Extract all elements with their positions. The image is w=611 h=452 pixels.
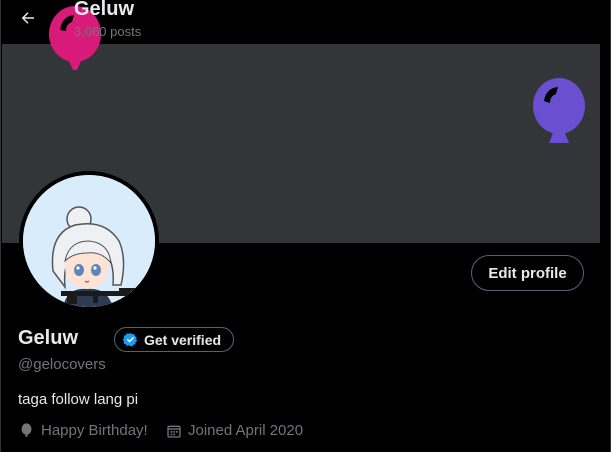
joined-text: Joined April 2020 (188, 422, 304, 439)
joined-item: Joined April 2020 (166, 422, 303, 439)
edit-profile-button[interactable]: Edit profile (471, 255, 584, 291)
birthday-text: Happy Birthday! (41, 422, 148, 439)
avatar-illustration (23, 175, 155, 307)
get-verified-button[interactable]: Get verified (114, 327, 235, 352)
avatar-image (23, 175, 155, 307)
balloon-icon (21, 423, 32, 437)
birthday-item: Happy Birthday! (18, 422, 148, 439)
display-name: Geluw (18, 327, 79, 349)
avatar[interactable] (19, 171, 159, 311)
purple-balloon-icon (533, 78, 585, 143)
arrow-left-icon (21, 12, 34, 24)
page-title: Geluw (74, 0, 135, 20)
get-verified-label: Get verified (144, 331, 222, 348)
user-handle: @gelocovers (18, 356, 106, 373)
verified-badge-icon (123, 332, 138, 347)
bio: taga follow lang pi (18, 391, 139, 408)
top-bar: Geluw 3,060 posts (0, 0, 611, 44)
back-button[interactable] (14, 4, 42, 32)
posts-count: 3,060 posts (74, 24, 142, 39)
calendar-icon (167, 425, 181, 438)
